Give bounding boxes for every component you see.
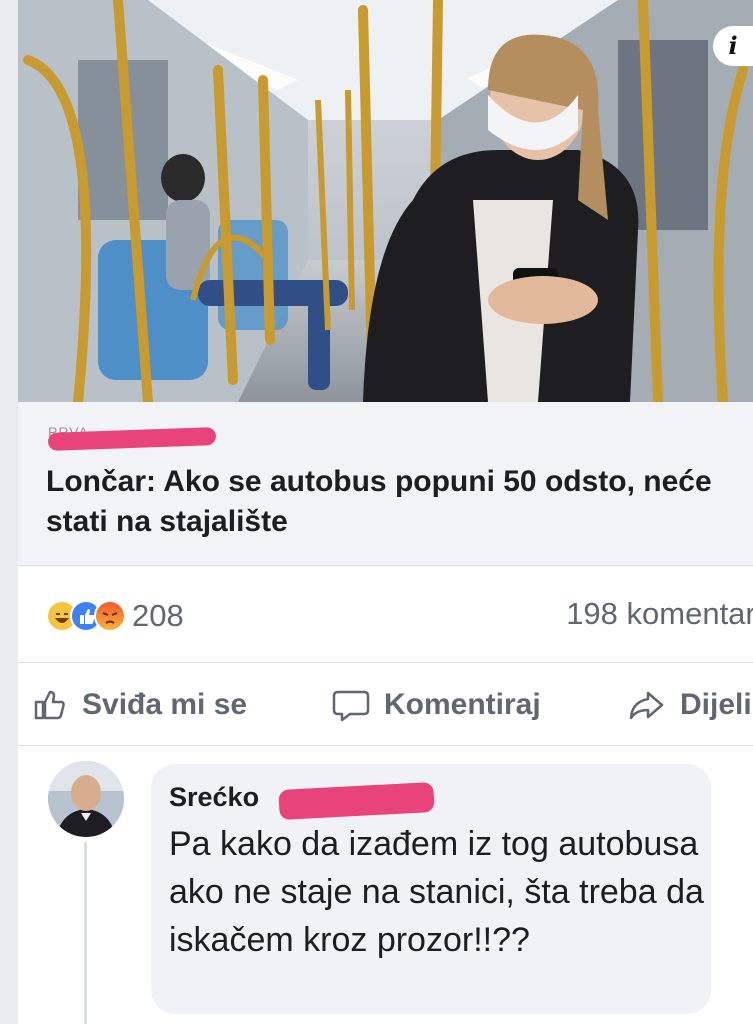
post-actions: Sviđa mi se Komentiraj Dijeli [18,663,753,746]
like-button[interactable]: Sviđa mi se [32,683,247,727]
post-headline[interactable]: Lončar: Ako se autobus popuni 50 odsto, … [46,462,736,542]
thumbs-up-icon [34,690,65,720]
post-stats: 208 198 komentara [18,566,753,663]
comment-text: Pa kako da izađem iz tog autobusa ako ne… [169,825,704,959]
reaction-count[interactable]: 208 [132,598,184,634]
share-icon [629,691,664,720]
share-label: Dijeli [680,688,752,721]
post-card: i PRVA Lončar: Ako se autobus popuni 50 … [18,0,753,1024]
avatar[interactable] [48,761,124,837]
info-icon[interactable]: i [713,26,753,66]
reactions-summary[interactable]: 208 [46,596,184,636]
link-preview[interactable]: PRVA Lončar: Ako se autobus popuni 50 od… [18,402,753,566]
comment-bubble[interactable]: Srećko Pa kako da izađem iz tog autobusa… [151,764,711,1014]
comment-button[interactable]: Komentiraj [332,683,541,727]
comment-icon [332,690,370,722]
subway-photo-illustration [18,0,753,402]
angry-icon [94,600,126,632]
author-redaction [278,781,435,821]
post-photo[interactable]: i [18,0,753,402]
like-label: Sviđa mi se [82,688,248,721]
comment-count[interactable]: 198 komentara [566,596,753,632]
profile-picture [48,761,124,837]
share-button[interactable]: Dijeli [628,683,752,727]
comment-thread-line [84,842,87,1024]
comment-section: Srećko Pa kako da izađem iz tog autobusa… [18,746,753,1024]
comment-label: Komentiraj [384,688,541,721]
comment-author[interactable]: Srećko [169,782,259,813]
